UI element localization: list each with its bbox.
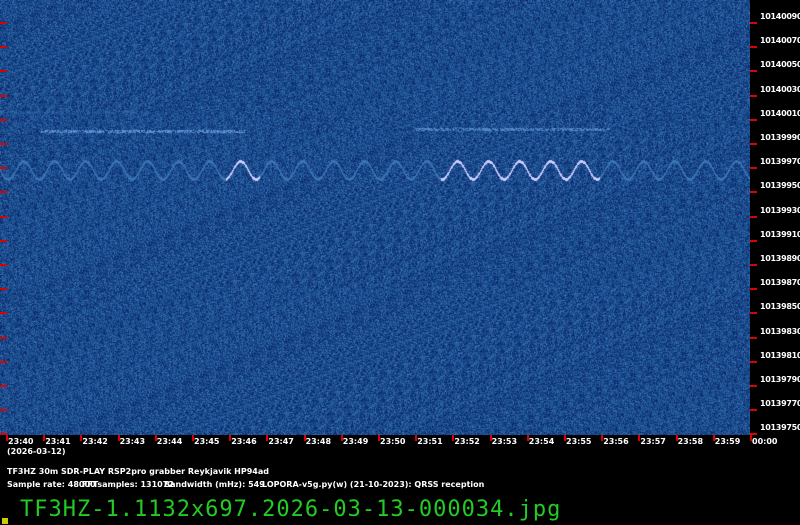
tick-mark <box>750 239 757 242</box>
frequency-label: 10139890 <box>760 254 800 263</box>
frequency-label: 10139970 <box>760 157 800 167</box>
tick-mark <box>0 288 7 291</box>
time-label: 23:43 <box>119 437 146 446</box>
tick-mark <box>0 336 7 339</box>
tick-mark <box>0 94 7 97</box>
frequency-label: 10139830 <box>760 326 800 336</box>
tick-mark <box>0 239 7 242</box>
time-label: 23:45 <box>194 437 220 446</box>
time-label: 23:57 <box>640 437 666 446</box>
tick-mark <box>750 143 757 145</box>
time-label: 23:49 <box>342 437 369 446</box>
station-info: TF3HZ 30m SDR-PLAY RSP2pro grabber Reykj… <box>7 467 269 476</box>
software-info: LOPORA-v5g.py(w) (21-10-2023): QRSS rece… <box>262 480 485 489</box>
frequency-label: 10139990 <box>760 133 800 142</box>
frequency-label: 10139870 <box>760 278 800 288</box>
frequency-label: 10139910 <box>760 229 800 239</box>
frequency-label: 10140050 <box>760 60 800 70</box>
tick-mark <box>0 167 7 170</box>
time-label: 23:52 <box>454 437 480 446</box>
tick-mark <box>0 70 7 73</box>
frequency-label: 10139810 <box>760 350 800 360</box>
tick-mark <box>0 264 7 266</box>
time-label: 23:44 <box>156 437 183 446</box>
tick-mark <box>750 118 757 121</box>
tick-mark <box>750 312 757 315</box>
time-label: 23:42 <box>82 437 108 446</box>
time-label: 23:48 <box>305 437 332 446</box>
tick-mark <box>750 385 757 387</box>
time-label: 23:41 <box>45 437 71 446</box>
time-label: 23:56 <box>603 437 629 446</box>
time-label: 23:40 <box>8 437 34 446</box>
date-label: (2026-03-12) <box>7 447 66 456</box>
tick-mark <box>0 409 7 412</box>
bandwidth: Bandwidth (mHz): 549 <box>164 480 265 489</box>
frequency-label: 10139850 <box>760 302 800 312</box>
tick-mark <box>0 191 7 194</box>
fft-samples: FFTsamples: 131072 <box>82 480 174 489</box>
time-label: 23:55 <box>566 437 592 446</box>
tick-mark <box>750 70 757 73</box>
time-label: 23:58 <box>677 437 704 446</box>
time-label: 00:00 <box>752 437 778 446</box>
time-label: 23:46 <box>231 437 257 446</box>
frequency-label: 10140010 <box>760 108 800 118</box>
tick-mark <box>0 215 7 218</box>
tick-mark <box>750 46 757 49</box>
tick-mark <box>0 118 7 121</box>
frequency-label: 10139930 <box>760 205 800 215</box>
time-label: 23:53 <box>491 437 518 446</box>
tick-mark <box>0 312 7 315</box>
tick-mark <box>750 215 757 218</box>
tick-mark <box>0 385 7 387</box>
time-label: 23:51 <box>417 437 443 446</box>
tick-mark <box>750 409 757 412</box>
time-label: 23:59 <box>714 437 741 446</box>
time-label: 23:47 <box>268 437 294 446</box>
tick-mark <box>750 264 757 266</box>
tick-mark <box>750 191 757 194</box>
tick-mark <box>0 46 7 49</box>
tick-mark <box>750 336 757 339</box>
time-label: 23:54 <box>528 437 555 446</box>
tick-mark <box>0 143 7 145</box>
filename: TF3HZ-1.1132x697.2026-03-13-000034.jpg <box>20 497 562 522</box>
tick-mark <box>750 167 757 170</box>
tick-mark <box>750 22 757 24</box>
tick-mark <box>750 94 757 97</box>
frequency-label: 10140030 <box>760 84 800 94</box>
frequency-label: 10139770 <box>760 399 800 409</box>
tick-mark <box>750 288 757 291</box>
frequency-label: 10139790 <box>760 375 800 384</box>
frequency-label: 10139750 <box>760 423 800 433</box>
time-label: 23:50 <box>380 437 406 446</box>
frequency-label: 10140090 <box>760 12 800 21</box>
tick-mark <box>0 360 7 363</box>
tick-mark <box>750 360 757 363</box>
corner-marker <box>2 518 8 524</box>
frequency-label: 10140070 <box>760 36 800 46</box>
waterfall-spectrogram <box>0 0 750 435</box>
tick-mark <box>0 22 7 24</box>
frequency-label: 10139950 <box>760 181 800 191</box>
